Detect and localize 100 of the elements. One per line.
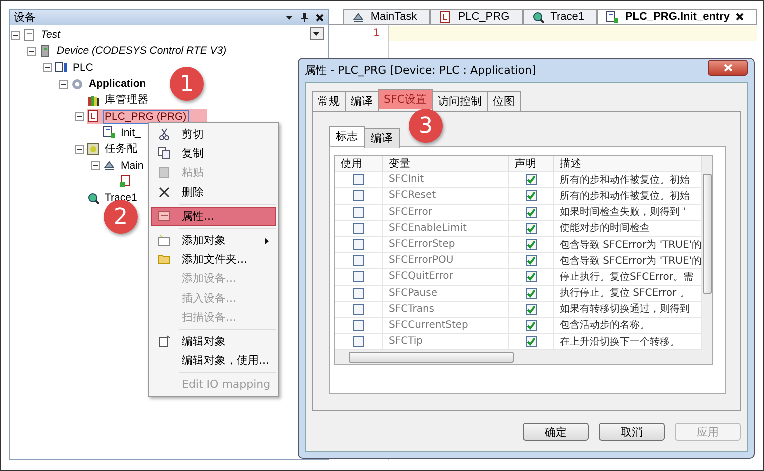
task-config-icon (87, 142, 100, 156)
table-cell: SFCErrorStep (383, 236, 509, 252)
collapse-toggle[interactable] (75, 112, 84, 122)
dialog-button[interactable]: 取消 (599, 423, 665, 441)
sub-tab[interactable]: 标志 (329, 126, 365, 146)
menu-item[interactable]: 编辑对象，使用... (151, 351, 276, 370)
tree-item[interactable]: 库管理器 (103, 92, 151, 108)
checkbox[interactable] (353, 304, 364, 315)
submenu-caret-icon (265, 238, 269, 245)
tree-item[interactable]: Application (87, 77, 148, 92)
checkbox[interactable] (526, 222, 536, 234)
menu-item[interactable]: 复制 (151, 144, 276, 164)
close-icon[interactable] (316, 14, 324, 22)
table-cell: SFCCurrentStep (383, 318, 509, 334)
close-icon[interactable] (736, 13, 744, 21)
menu-item[interactable]: 添加文件夹... (151, 250, 276, 270)
column-header[interactable]: 描述 (554, 156, 702, 172)
checkbox[interactable] (353, 222, 364, 234)
collapse-toggle[interactable] (59, 80, 68, 89)
edit-object-icon (158, 334, 170, 348)
dialog-title: 属性 - PLC_PRG [Device: PLC : Application] (305, 63, 536, 78)
tree-item[interactable]: PLC (71, 60, 96, 75)
scissors-icon (158, 128, 170, 142)
checkbox[interactable] (353, 190, 364, 202)
checkbox[interactable] (526, 190, 536, 202)
program-icon (87, 110, 100, 124)
checkbox[interactable] (526, 288, 536, 299)
collapse-toggle[interactable] (11, 30, 20, 40)
line-number: 1 (372, 28, 380, 39)
checkbox[interactable] (526, 304, 536, 315)
task-icon (103, 159, 116, 172)
checkbox[interactable] (353, 174, 364, 186)
checkbox[interactable] (526, 336, 536, 348)
pin-icon[interactable] (300, 13, 308, 22)
tree-item[interactable]: Device (CODESYS Control RTE V3) (55, 44, 229, 58)
table-cell: SFCErrorPOU (383, 253, 509, 268)
editor-tab[interactable]: PLC_PRG.Init_entry (597, 9, 757, 24)
tree-item[interactable]: 任务配 (103, 141, 140, 158)
checkbox[interactable] (353, 206, 364, 218)
column-header[interactable]: 变量 (383, 156, 509, 172)
checkbox[interactable] (353, 336, 364, 348)
checkbox[interactable] (526, 271, 536, 282)
menu-item[interactable]: 添加对象 (151, 230, 276, 250)
step-badge: 1 (170, 67, 204, 101)
dialog-tab[interactable]: 编译 (345, 91, 379, 111)
tree-item[interactable]: Test (39, 28, 62, 42)
table-cell: SFCInit (383, 172, 509, 188)
tree-item[interactable]: Init_ (119, 126, 143, 140)
trace-icon (87, 192, 100, 205)
dialog-tab[interactable]: 访问控制 (432, 91, 488, 111)
checkbox[interactable] (526, 255, 536, 266)
collapse-toggle[interactable] (91, 161, 100, 170)
collapse-toggle[interactable] (43, 63, 52, 72)
sub-tab[interactable]: 编译 (364, 128, 400, 148)
table-cell: SFCQuitError (383, 269, 509, 284)
dialog-button[interactable]: 确定 (523, 423, 589, 441)
copy-icon (158, 147, 170, 160)
table-cell: SFCEnableLimit (383, 220, 509, 236)
editor-tab[interactable]: Trace1 (522, 9, 598, 24)
caret-icon (313, 32, 320, 36)
checkbox[interactable] (526, 320, 536, 331)
panel-title: 设备 (14, 10, 36, 25)
document-icon (23, 28, 36, 42)
gear-icon (71, 78, 84, 91)
dialog-tab[interactable]: 位图 (487, 91, 521, 111)
dropdown-button[interactable] (310, 27, 324, 40)
books-icon (87, 94, 100, 107)
program-icon (439, 10, 452, 24)
editor-tab[interactable]: MainTask (342, 9, 430, 24)
close-button[interactable] (708, 60, 748, 76)
step-badge: 2 (104, 200, 138, 234)
column-header[interactable]: 使用 (335, 156, 383, 172)
table-cell: SFCTrans (383, 302, 509, 317)
horizontal-scrollbar[interactable] (335, 350, 712, 364)
menu-item[interactable]: 删除 (151, 182, 276, 202)
paste-icon (158, 166, 170, 180)
folder-icon (158, 253, 170, 266)
tree-item[interactable]: Main (119, 158, 146, 173)
checkbox[interactable] (526, 174, 536, 186)
dialog-tab[interactable]: 常规 (312, 91, 346, 111)
menu-item[interactable]: 属性... (151, 206, 276, 226)
editor-tab[interactable]: PLC_PRG (430, 9, 523, 24)
task-icon (352, 10, 365, 24)
checkbox[interactable] (353, 288, 364, 299)
column-header[interactable]: 声明 (509, 156, 554, 172)
menu-item[interactable]: 编辑对象 (151, 332, 276, 352)
checkbox[interactable] (353, 320, 364, 331)
dropdown-icon[interactable] (286, 16, 293, 20)
checkbox[interactable] (526, 239, 536, 250)
checkbox[interactable] (353, 271, 364, 282)
table-cell: SFCReset (383, 188, 509, 204)
checkbox[interactable] (526, 206, 536, 218)
checkbox[interactable] (353, 255, 364, 266)
checkbox[interactable] (353, 239, 364, 250)
collapse-toggle[interactable] (27, 46, 36, 56)
trace-icon (532, 10, 545, 24)
device-icon (39, 44, 52, 58)
vertical-scrollbar[interactable] (702, 156, 712, 350)
collapse-toggle[interactable] (75, 144, 84, 154)
menu-item[interactable]: 剪切 (151, 125, 276, 144)
